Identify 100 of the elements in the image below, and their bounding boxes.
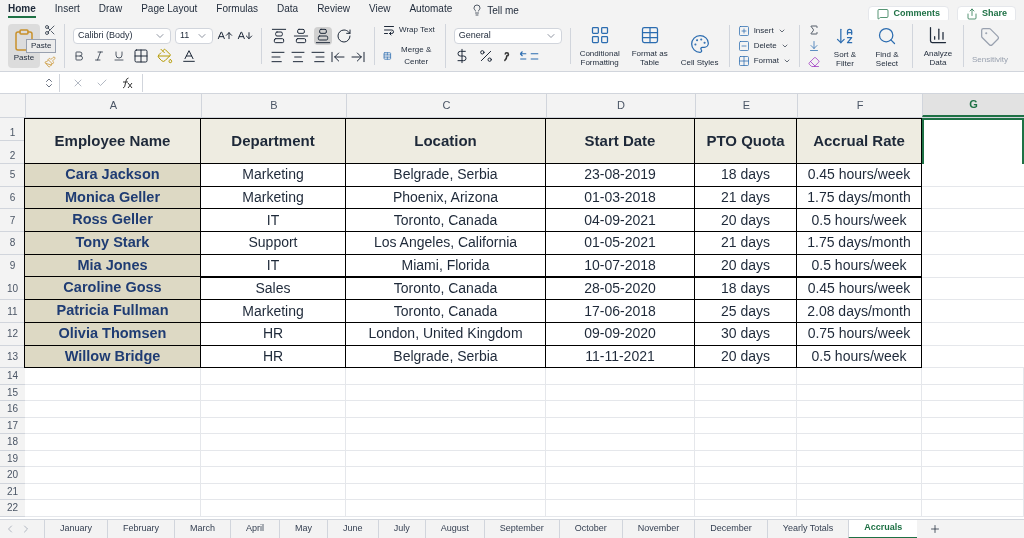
autosum-icon[interactable] bbox=[808, 23, 820, 36]
empty-cell[interactable] bbox=[922, 368, 1024, 385]
empty-cell[interactable] bbox=[546, 467, 695, 484]
empty-cell[interactable] bbox=[546, 434, 695, 451]
row-number[interactable]: 10 bbox=[0, 277, 25, 301]
empty-cell[interactable] bbox=[797, 417, 922, 435]
empty-cell[interactable] bbox=[546, 450, 695, 468]
underline-icon[interactable] bbox=[113, 49, 125, 62]
empty-cell[interactable] bbox=[346, 368, 546, 385]
sheet-tab[interactable]: January bbox=[44, 519, 108, 538]
column-header[interactable]: D bbox=[546, 94, 695, 117]
empty-cell[interactable] bbox=[346, 401, 546, 418]
analyze-data-button[interactable]: Analyze Data bbox=[921, 24, 955, 67]
function-icon[interactable] bbox=[120, 76, 134, 89]
empty-cell[interactable] bbox=[695, 368, 797, 385]
row-number[interactable]: 7 bbox=[0, 209, 25, 233]
menu-tab[interactable]: Page Layout bbox=[141, 2, 198, 18]
fill-down-icon[interactable] bbox=[808, 39, 820, 52]
empty-cell[interactable] bbox=[201, 500, 346, 517]
align-button[interactable] bbox=[314, 26, 332, 45]
empty-cell[interactable] bbox=[695, 483, 797, 501]
empty-cell[interactable] bbox=[546, 384, 695, 402]
empty-cell[interactable] bbox=[546, 417, 695, 435]
row-number[interactable]: 16 bbox=[0, 401, 25, 418]
paintbrush-icon[interactable] bbox=[44, 55, 56, 68]
empty-cell[interactable] bbox=[346, 500, 546, 517]
empty-cell[interactable] bbox=[201, 368, 346, 385]
sheet-tab[interactable]: February bbox=[107, 519, 175, 538]
percent-icon[interactable] bbox=[477, 47, 494, 64]
empty-cell[interactable] bbox=[201, 417, 346, 435]
orientation-icon[interactable] bbox=[336, 27, 352, 44]
sheet-tab[interactable]: October bbox=[558, 519, 622, 538]
menu-tab[interactable]: Automate bbox=[409, 2, 453, 18]
number-format-dropdown[interactable]: General bbox=[453, 27, 562, 44]
scissors-icon[interactable] bbox=[44, 23, 56, 36]
empty-cell[interactable] bbox=[922, 434, 1024, 451]
font-name-dropdown[interactable]: Calibri (Body) bbox=[73, 27, 171, 44]
empty-cell[interactable] bbox=[797, 384, 922, 402]
empty-cell[interactable] bbox=[546, 500, 695, 517]
empty-cell[interactable] bbox=[695, 417, 797, 435]
cells-menu-button[interactable]: Delete bbox=[737, 39, 791, 52]
empty-cell[interactable] bbox=[922, 384, 1024, 402]
empty-cell[interactable] bbox=[922, 467, 1024, 484]
sheet-tab[interactable]: August bbox=[424, 519, 484, 538]
empty-cell[interactable] bbox=[695, 401, 797, 418]
borders-icon[interactable] bbox=[133, 47, 149, 64]
empty-cell[interactable] bbox=[922, 417, 1024, 435]
align-button[interactable] bbox=[270, 26, 288, 45]
empty-cell[interactable] bbox=[797, 483, 922, 501]
column-header[interactable]: C bbox=[346, 94, 546, 117]
column-header[interactable]: E bbox=[695, 94, 797, 117]
row-number[interactable]: 8 bbox=[0, 232, 25, 255]
tell-me-text[interactable]: Tell me bbox=[487, 2, 519, 18]
sheet-tab[interactable]: March bbox=[174, 519, 231, 538]
sheet-tab[interactable]: July bbox=[377, 519, 425, 538]
merge-center-button[interactable]: Merge & Center bbox=[383, 43, 437, 68]
column-header[interactable]: A bbox=[25, 94, 201, 117]
empty-cell[interactable] bbox=[922, 500, 1024, 517]
empty-cell[interactable] bbox=[695, 434, 797, 451]
sheet-tab[interactable]: December bbox=[694, 519, 767, 538]
empty-cell[interactable] bbox=[797, 500, 922, 517]
empty-cell[interactable] bbox=[695, 450, 797, 468]
empty-cell[interactable] bbox=[546, 401, 695, 418]
font-color-icon[interactable] bbox=[181, 47, 197, 64]
add-sheet-icon[interactable] bbox=[929, 523, 942, 535]
empty-cell[interactable] bbox=[546, 483, 695, 501]
menu-tab[interactable]: Review bbox=[317, 2, 350, 18]
italic-icon[interactable] bbox=[93, 49, 105, 62]
empty-cell[interactable] bbox=[922, 450, 1024, 468]
row-number[interactable]: 11 bbox=[0, 300, 25, 323]
empty-cell[interactable] bbox=[695, 467, 797, 484]
empty-cell[interactable] bbox=[201, 434, 346, 451]
column-header[interactable]: B bbox=[201, 94, 346, 117]
row-number[interactable]: 20 bbox=[0, 467, 25, 484]
row-number[interactable]: 18 bbox=[0, 434, 25, 451]
row-number[interactable]: 22 bbox=[0, 500, 25, 517]
cells-menu-button[interactable]: Format bbox=[737, 54, 791, 67]
fill-color-icon[interactable] bbox=[157, 47, 173, 64]
stepper-icon[interactable] bbox=[43, 76, 55, 89]
empty-cell[interactable] bbox=[201, 467, 346, 484]
sheet-tab[interactable]: September bbox=[483, 519, 559, 538]
cells-menu-button[interactable]: Insert bbox=[737, 24, 791, 37]
menu-tab[interactable]: Data bbox=[277, 2, 299, 18]
empty-cell[interactable] bbox=[346, 434, 546, 451]
empty-cell[interactable] bbox=[201, 384, 346, 402]
sheet-tab[interactable]: November bbox=[621, 519, 695, 538]
sheet-tab[interactable]: Accruals bbox=[848, 519, 918, 538]
row-number[interactable]: 14 bbox=[0, 368, 25, 385]
empty-cell[interactable] bbox=[346, 467, 546, 484]
wrap-text-button[interactable]: Wrap Text bbox=[383, 23, 437, 36]
empty-cell[interactable] bbox=[346, 450, 546, 468]
empty-cell[interactable] bbox=[922, 401, 1024, 418]
menu-tab[interactable]: Draw bbox=[98, 2, 123, 18]
editing-button[interactable]: Find & Select bbox=[870, 25, 904, 68]
font-size-dropdown[interactable]: 11 bbox=[175, 27, 213, 44]
align-button[interactable] bbox=[292, 26, 310, 45]
style-button[interactable]: Cell Styles bbox=[678, 33, 721, 67]
sheet-tab[interactable]: April bbox=[230, 519, 280, 538]
empty-cell[interactable] bbox=[695, 500, 797, 517]
empty-cell[interactable] bbox=[546, 368, 695, 385]
